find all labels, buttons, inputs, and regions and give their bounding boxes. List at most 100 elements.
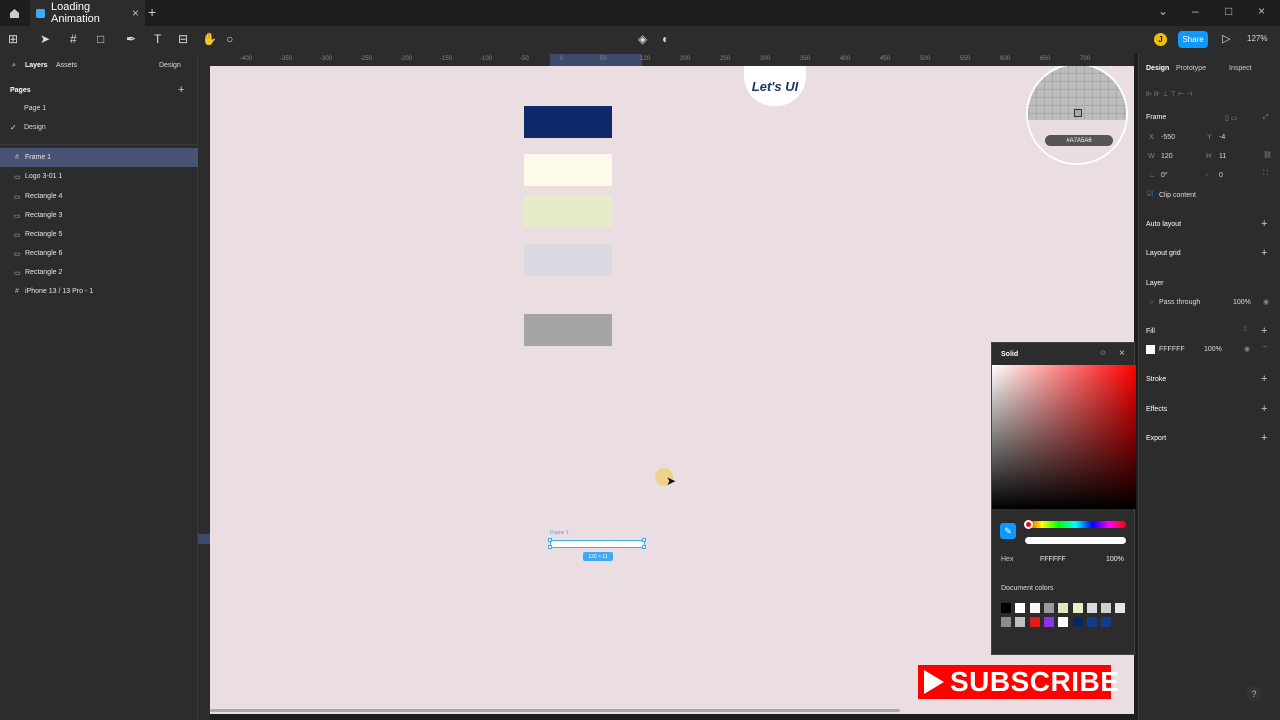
text-tool-icon[interactable]: T <box>154 32 161 46</box>
page-item[interactable]: Design <box>24 124 46 131</box>
layer-row[interactable]: ▭ Rectangle 5 <box>0 225 198 244</box>
component-icon[interactable]: ◈ <box>638 32 647 46</box>
color-swatch[interactable] <box>1029 603 1040 613</box>
color-swatch[interactable] <box>1101 603 1112 613</box>
fill-mode[interactable]: Solid <box>1001 351 1018 358</box>
logo[interactable]: Let's UI <box>744 66 806 106</box>
export-title[interactable]: Export <box>1146 435 1166 442</box>
align-controls[interactable]: ⊫ ⊪ ⊥ ⊤ ⊢ ⊣ <box>1146 90 1192 98</box>
page-dropdown[interactable]: Design <box>159 62 181 69</box>
independent-corners-icon[interactable]: ⛶ <box>1263 170 1268 178</box>
layer-row[interactable]: ▭ Rectangle 6 <box>0 244 198 263</box>
color-swatch[interactable] <box>1072 603 1083 613</box>
color-swatch[interactable] <box>1086 617 1097 627</box>
rectangle-gray[interactable] <box>524 314 612 346</box>
color-swatch[interactable] <box>1015 603 1026 613</box>
pen-tool-icon[interactable]: ✒ <box>126 32 136 46</box>
tab-inspect[interactable]: Inspect <box>1229 65 1252 72</box>
maximize-icon[interactable]: □ <box>1225 4 1232 18</box>
color-swatch[interactable] <box>1101 617 1112 627</box>
layer-row[interactable]: ▭ Logo 3-01 1 <box>0 167 198 186</box>
rectangle-lime[interactable] <box>524 195 612 227</box>
remove-fill-icon[interactable]: – <box>1263 343 1267 350</box>
main-menu-icon[interactable]: ⊞ <box>8 32 18 46</box>
move-tool-icon[interactable]: ➤ <box>40 32 50 46</box>
saturation-area[interactable] <box>992 365 1136 509</box>
x-input[interactable]: -550 <box>1161 134 1175 141</box>
add-export-icon[interactable]: + <box>1261 432 1267 444</box>
color-swatch[interactable] <box>1043 603 1054 613</box>
color-swatch[interactable] <box>1115 603 1126 613</box>
color-swatch[interactable] <box>1015 617 1026 627</box>
layer-row[interactable]: # iPhone 13 / 13 Pro - 1 <box>0 282 198 301</box>
y-input[interactable]: -4 <box>1219 134 1225 141</box>
tab-prototype[interactable]: Prototype <box>1176 65 1206 72</box>
hex-input[interactable]: FFFFFF <box>1040 556 1066 563</box>
styles-grid-icon[interactable]: ⁞⁞ <box>1243 326 1247 333</box>
rectangle-lavender[interactable] <box>524 244 612 276</box>
alpha-slider[interactable] <box>1025 537 1126 544</box>
hue-knob[interactable] <box>1024 520 1033 529</box>
resources-icon[interactable]: ⊟ <box>178 32 188 46</box>
fill-hex-input[interactable]: FFFFFF <box>1159 346 1185 353</box>
shape-tool-icon[interactable]: □ <box>97 32 104 46</box>
add-stroke-icon[interactable]: + <box>1261 373 1267 385</box>
tab-assets[interactable]: Assets <box>56 62 77 69</box>
resize-handle[interactable] <box>548 545 552 549</box>
tab-loading-animation[interactable]: Loading Animation × <box>30 0 145 26</box>
comment-tool-icon[interactable]: ○ <box>226 32 233 46</box>
layer-row[interactable]: ▭ Rectangle 3 <box>0 206 198 225</box>
color-swatch[interactable] <box>1001 617 1011 627</box>
fill-opacity-input[interactable]: 100% <box>1204 346 1222 353</box>
layer-opacity-input[interactable]: 100% <box>1233 299 1251 306</box>
eyedropper-icon[interactable]: ✎ <box>1000 523 1016 539</box>
hue-slider[interactable] <box>1025 521 1126 528</box>
minimize-icon[interactable]: – <box>1192 4 1199 18</box>
share-button[interactable]: Share <box>1178 31 1208 48</box>
contrast-icon[interactable]: ◐ <box>662 32 669 46</box>
close-icon[interactable]: × <box>1119 348 1125 359</box>
color-swatch[interactable] <box>1001 603 1011 613</box>
zoom-level[interactable]: 127% <box>1247 34 1267 43</box>
constrain-proportions-icon[interactable]: ⛓ <box>1263 151 1272 159</box>
checkbox-icon[interactable]: ☑ <box>1147 190 1153 198</box>
add-auto-layout-icon[interactable]: + <box>1261 218 1267 230</box>
blend-mode-select[interactable]: Pass through <box>1159 299 1200 306</box>
layer-row[interactable]: ▭ Rectangle 2 <box>0 263 198 282</box>
resize-to-fit-icon[interactable]: ⤢ <box>1263 114 1269 122</box>
layer-row[interactable]: # Frame 1 <box>0 148 198 167</box>
stroke-title[interactable]: Stroke <box>1146 376 1166 383</box>
chevron-down-icon[interactable]: ⌄ <box>1158 4 1168 18</box>
home-button[interactable] <box>0 0 28 26</box>
effects-title[interactable]: Effects <box>1146 406 1167 413</box>
clip-content-label[interactable]: Clip content <box>1159 192 1196 199</box>
document-colors-label[interactable]: Document colors <box>1001 585 1054 592</box>
color-swatch[interactable] <box>1072 617 1083 627</box>
selected-frame[interactable] <box>550 540 645 548</box>
color-swatch[interactable] <box>1029 617 1040 627</box>
avatar[interactable]: J <box>1154 33 1167 46</box>
opacity-input[interactable]: 100% <box>1106 556 1124 563</box>
hand-tool-icon[interactable]: ✋ <box>202 32 217 46</box>
help-button[interactable]: ? <box>1246 686 1262 702</box>
radius-input[interactable]: 0 <box>1219 172 1223 179</box>
height-input[interactable]: 11 <box>1219 153 1226 160</box>
auto-layout-title[interactable]: Auto layout <box>1146 221 1181 228</box>
color-swatch[interactable] <box>1058 603 1069 613</box>
present-play-icon[interactable]: ▷ <box>1222 32 1230 45</box>
add-effect-icon[interactable]: + <box>1261 403 1267 415</box>
styles-icon[interactable]: ⊙ <box>1100 349 1106 357</box>
tab-design[interactable]: Design <box>1146 65 1169 72</box>
add-fill-icon[interactable]: + <box>1261 325 1267 337</box>
device-icon[interactable]: ▯ ▭ <box>1225 114 1237 122</box>
add-layout-grid-icon[interactable]: + <box>1261 247 1267 259</box>
resize-handle[interactable] <box>548 538 552 542</box>
rectangle-cream[interactable] <box>524 154 612 186</box>
add-page-icon[interactable]: + <box>178 84 184 96</box>
page-item[interactable]: Page 1 <box>24 105 46 112</box>
rectangle-navy[interactable] <box>524 106 612 138</box>
fill-swatch[interactable] <box>1146 345 1155 354</box>
color-swatch[interactable] <box>1058 617 1069 627</box>
resize-handle[interactable] <box>642 545 646 549</box>
color-swatch[interactable] <box>1043 617 1054 627</box>
